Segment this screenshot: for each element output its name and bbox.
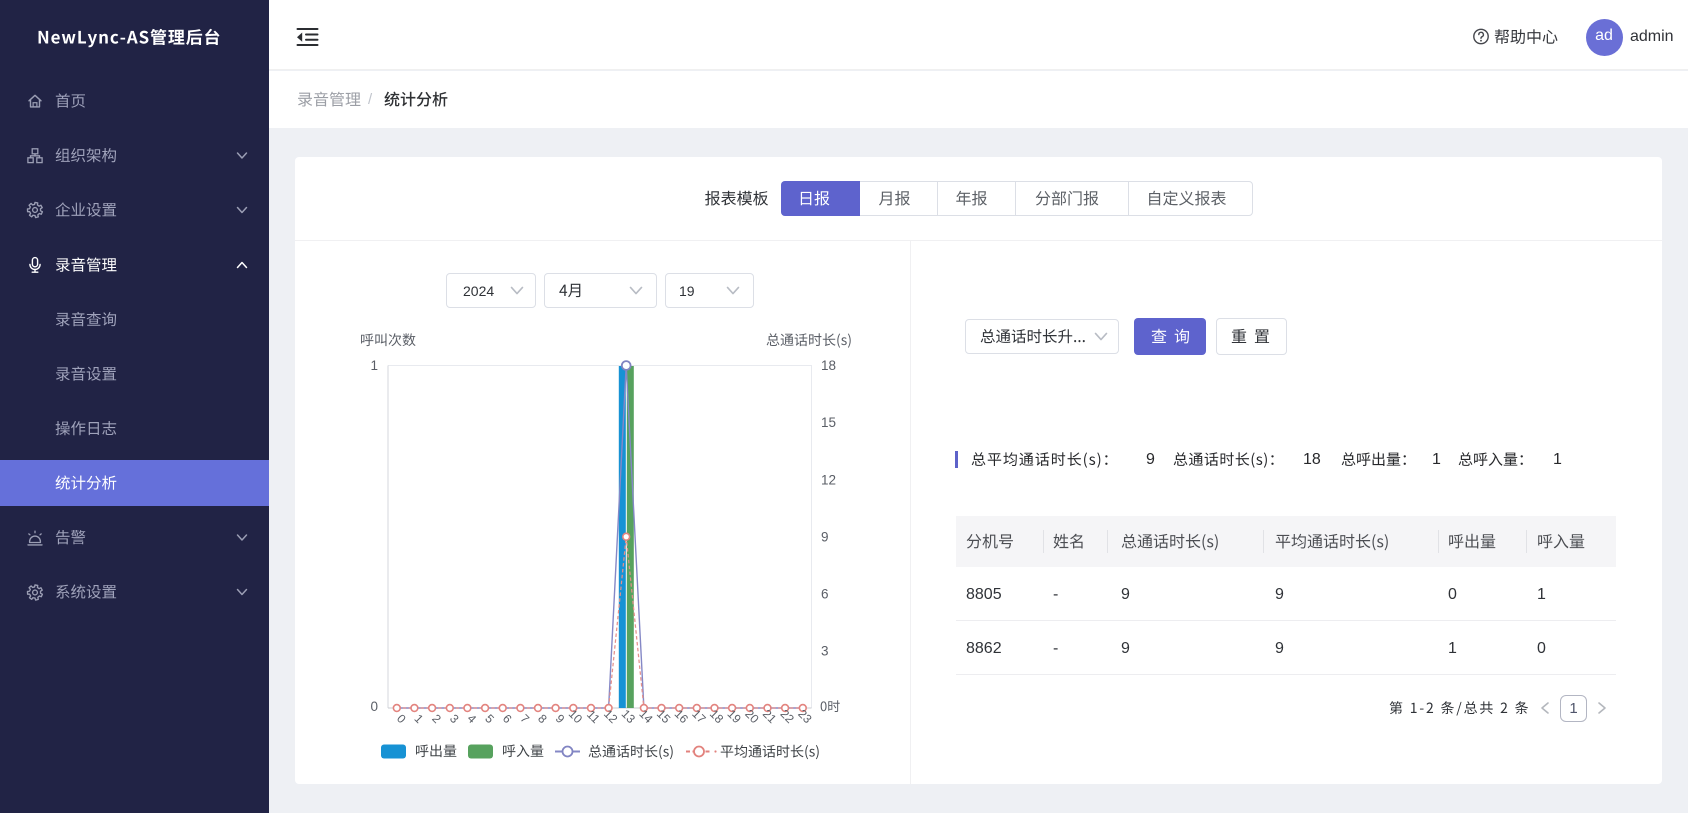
svg-text:19: 19 [725,707,745,727]
svg-text:1: 1 [412,711,427,726]
svg-text:22: 22 [778,707,798,727]
svg-text:15: 15 [821,415,836,430]
svg-text:3: 3 [447,711,462,726]
svg-text:3: 3 [821,644,829,659]
svg-text:6: 6 [821,586,829,601]
svg-text:4: 4 [465,711,480,726]
svg-text:12: 12 [821,472,836,487]
svg-text:9: 9 [821,529,829,544]
svg-text:8: 8 [535,711,550,726]
svg-text:16: 16 [672,707,692,727]
svg-text:17: 17 [689,707,709,727]
svg-text:1: 1 [370,358,378,373]
svg-text:14: 14 [636,707,656,727]
svg-text:2: 2 [429,711,444,726]
svg-text:9: 9 [553,711,568,726]
svg-text:6: 6 [500,711,515,726]
svg-text:18: 18 [707,707,727,727]
svg-text:11: 11 [584,707,603,726]
svg-text:13: 13 [619,707,639,727]
svg-text:7: 7 [518,711,533,726]
svg-text:20: 20 [742,707,762,727]
svg-text:12: 12 [601,707,621,727]
svg-text:5: 5 [482,711,497,726]
svg-text:0: 0 [370,699,378,714]
svg-text:15: 15 [654,707,674,727]
svg-text:0: 0 [394,711,409,726]
svg-text:10: 10 [566,707,586,727]
svg-text:23: 23 [795,707,815,727]
svg-text:21: 21 [760,707,780,727]
svg-text:18: 18 [821,358,836,373]
